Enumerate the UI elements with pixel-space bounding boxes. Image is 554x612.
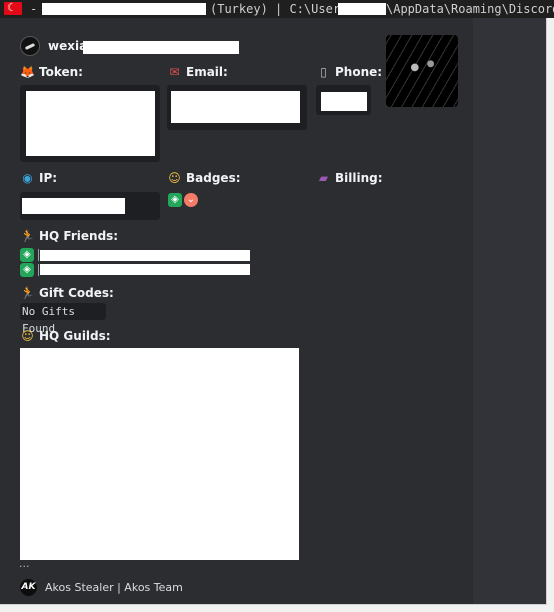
running-person-icon: 🏃 [20,229,35,243]
redacted-phone-block [321,92,367,111]
phone-codeblock[interactable] [316,85,371,115]
redacted-friend-block [40,264,250,275]
thumbnail-image[interactable] [386,35,458,107]
badges-label-text: Badges: [186,171,241,185]
guilds-field-label: ☺ HQ Guilds: [20,329,111,343]
ip-label-text: IP: [39,171,58,185]
ip-codeblock[interactable] [20,192,160,220]
gifts-field-label: 🏃 Gift Codes: [20,286,114,300]
hypesquad-badge-icon: ◈ [20,263,34,277]
redacted-friend-block [40,250,250,261]
token-label-text: Token: [39,65,83,79]
mobile-phone-icon: ▯ [320,65,327,79]
envelope-icon: ✉ [169,65,180,79]
turkey-flag-icon [4,0,22,17]
akos-logo-icon: AK [20,579,37,596]
redacted-token-block [26,91,155,156]
fox-face-icon: 🦊 [20,65,35,79]
redacted-username-block [338,3,386,15]
badges-field-label: ☺ Badges: [167,171,241,185]
hypesquad-badge-icon: ◈ [20,248,34,262]
chat-background [473,18,546,604]
console-title-bar: - (Turkey) | C:\Users\ \AppData\Roaming\… [0,0,554,18]
smirk-face-icon: ☺ [21,329,34,343]
author-avatar [20,36,40,56]
token-codeblock[interactable] [20,85,160,162]
globe-icon: ◉ [22,171,33,185]
title-fragment-country: (Turkey) | C:\Users\ [210,2,355,16]
redacted-email-block [171,91,300,123]
redacted-ip-block [22,198,125,214]
email-field-label: ✉ Email: [167,65,228,79]
friends-label-text: HQ Friends: [39,229,119,243]
phone-label-text: Phone: [335,65,383,79]
smirk-face-icon: ☺ [168,171,181,185]
phone-field-label: ▯ Phone: [316,65,382,79]
gift-codes-inline-code: No Gifts Found [20,303,106,335]
footer-text: Akos Stealer | Akos Team [45,581,183,594]
bug-hunter-badge-icon: ⌄ [184,192,198,207]
separator [38,249,39,261]
credit-card-icon: ▰ [318,171,329,185]
guilds-label-text: HQ Guilds: [39,329,111,343]
redacted-title-block [42,3,206,15]
friends-field-label: 🏃 HQ Friends: [20,229,118,243]
gifts-label-text: Gift Codes: [39,286,114,300]
billing-field-label: ▰ Billing: [316,171,383,185]
ip-field-label: ◉ IP: [20,171,57,185]
redacted-guilds-block [20,348,299,560]
redacted-author-block [83,41,239,54]
email-label-text: Email: [186,65,228,79]
billing-label-text: Billing: [335,171,383,185]
badge-list: ◈ ⌄ [168,189,200,208]
guilds-more-ellipsis: ... [19,557,30,570]
running-person-icon: 🏃 [20,286,35,300]
token-field-label: 🦊 Token: [20,65,83,79]
email-codeblock[interactable] [167,85,307,130]
title-dash: - [30,2,38,16]
title-fragment-path: \AppData\Roaming\Discord [386,2,554,16]
hypesquad-badge-icon: ◈ [168,192,182,207]
separator [38,264,39,276]
